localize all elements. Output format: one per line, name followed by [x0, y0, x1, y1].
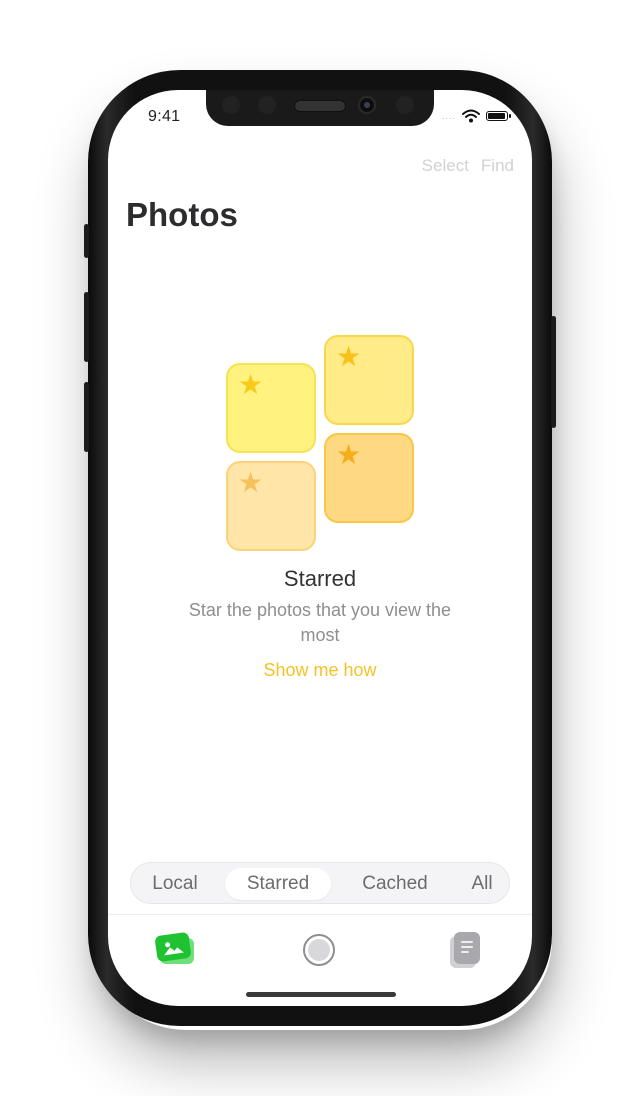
empty-state-title: Starred [283, 566, 357, 591]
segment-cached[interactable]: Cached [355, 868, 435, 900]
photo-tile: ★ [324, 433, 414, 523]
battery-icon [486, 111, 511, 121]
front-camera [358, 96, 376, 114]
documents-icon [454, 932, 480, 964]
volume-up-button [84, 292, 89, 362]
status-icons: .... [441, 108, 511, 124]
segment-all[interactable]: All [465, 868, 499, 900]
signal-icon: .... [441, 111, 456, 121]
star-icon: ★ [238, 369, 264, 400]
star-icon: ★ [238, 467, 264, 498]
capture-icon[interactable] [303, 934, 335, 966]
tab-bar-divider [108, 914, 532, 915]
star-icon: ★ [336, 439, 362, 470]
empty-state-subtitle: Star the photos that you view the most [188, 600, 452, 645]
sensor-dot [396, 96, 414, 114]
sensor-dot [222, 96, 240, 114]
header-actions: Select Find [422, 156, 514, 176]
photo-tile: ★ [324, 335, 414, 425]
power-button [551, 316, 556, 428]
find-button[interactable]: Find [481, 156, 514, 176]
tab-photos[interactable] [154, 931, 196, 966]
wifi-icon [462, 109, 480, 123]
segment-local[interactable]: Local [143, 868, 207, 900]
home-indicator[interactable] [246, 992, 396, 997]
select-button[interactable]: Select [422, 156, 469, 176]
page-title: Photos [126, 196, 238, 233]
photo-tile: ★ [226, 363, 316, 453]
speaker-grille [294, 100, 346, 112]
notch [206, 90, 434, 126]
volume-down-button [84, 382, 89, 452]
show-me-how-link[interactable]: Show me how [108, 660, 532, 681]
star-icon: ★ [336, 341, 362, 372]
source-segmented-control: Local Starred Cached All [130, 862, 510, 904]
app-screen: 9:41 .... Select Find Photos ★ ★ ★ ★ Sta… [108, 90, 532, 1006]
mute-switch [84, 224, 89, 258]
tab-documents[interactable] [450, 932, 482, 968]
photos-icon [154, 931, 192, 963]
segment-starred[interactable]: Starred [225, 868, 331, 900]
sensor-dot [258, 96, 276, 114]
status-time: 9:41 [148, 108, 181, 125]
photo-tile: ★ [226, 461, 316, 551]
